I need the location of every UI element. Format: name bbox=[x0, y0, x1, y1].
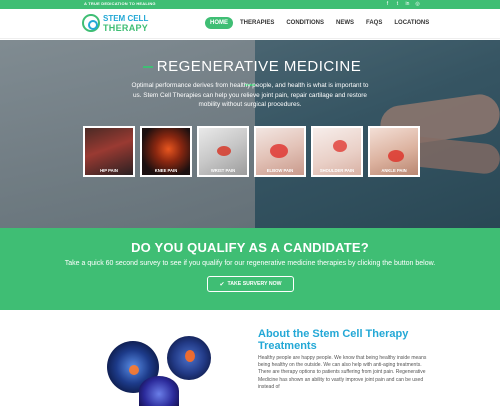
instagram-icon[interactable]: ◎ bbox=[415, 1, 420, 8]
twitter-icon[interactable]: t bbox=[395, 1, 400, 8]
candidate-cta-section: DO YOU QUALIFY AS A CANDIDATE? Take a qu… bbox=[0, 228, 500, 310]
condition-card-elbow[interactable]: ELBOW PAIN bbox=[254, 126, 306, 177]
condition-card-shoulder[interactable]: SHOULDER PAIN bbox=[311, 126, 363, 177]
nav-item-news[interactable]: NEWS bbox=[331, 17, 359, 29]
condition-label: ELBOW PAIN bbox=[266, 168, 294, 173]
condition-label: KNEE PAIN bbox=[154, 168, 178, 173]
nav-item-locations[interactable]: LOCATIONS bbox=[389, 17, 434, 29]
hero-title: REGENERATIVE MEDICINE bbox=[156, 58, 362, 76]
facebook-icon[interactable]: f bbox=[385, 1, 390, 8]
condition-label: SHOULDER PAIN bbox=[319, 168, 355, 173]
condition-card-knee[interactable]: KNEE PAIN bbox=[140, 126, 192, 177]
joint-xray-image bbox=[167, 336, 211, 380]
cta-heading: DO YOU QUALIFY AS A CANDIDATE? bbox=[131, 240, 369, 255]
about-images bbox=[95, 336, 225, 406]
condition-card-hip[interactable]: HIP PAIN bbox=[83, 126, 135, 177]
nav-item-therapies[interactable]: THERAPIES bbox=[235, 17, 279, 29]
take-survey-button[interactable]: ✔ TAKE SURVERY NOW bbox=[207, 276, 294, 292]
cta-text: Take a quick 60 second survey to see if … bbox=[64, 260, 436, 267]
nav-item-conditions[interactable]: CONDITIONS bbox=[281, 17, 329, 29]
title-dash-left bbox=[142, 65, 153, 68]
social-links: f t in ◎ bbox=[385, 1, 420, 8]
logo[interactable]: STEM CELL THERAPY bbox=[82, 13, 148, 35]
main-nav: HOME THERAPIES CONDITIONS NEWS FAQS LOCA… bbox=[205, 17, 436, 29]
hero-section: REGENERATIVE MEDICINE Optimal performanc… bbox=[0, 40, 500, 228]
condition-label: WRIST PAIN bbox=[210, 168, 236, 173]
top-bar: A TRUE DEDICATION TO HEALING f t in ◎ bbox=[0, 0, 500, 9]
linkedin-icon[interactable]: in bbox=[405, 1, 410, 8]
about-section: About the Stem Cell Therapy Treatments H… bbox=[0, 310, 500, 406]
nav-item-faqs[interactable]: FAQS bbox=[361, 17, 387, 29]
condition-card-ankle[interactable]: ANKLE PAIN bbox=[368, 126, 420, 177]
about-heading: About the Stem Cell Therapy Treatments bbox=[258, 328, 409, 352]
site-header: STEM CELL THERAPY HOME THERAPIES CONDITI… bbox=[0, 9, 500, 39]
condition-thumbnails: HIP PAIN KNEE PAIN WRIST PAIN ELBOW PAIN… bbox=[83, 126, 420, 177]
nav-item-home[interactable]: HOME bbox=[205, 17, 233, 29]
check-icon: ✔ bbox=[219, 281, 225, 288]
condition-label: HIP PAIN bbox=[100, 168, 118, 173]
condition-card-wrist[interactable]: WRIST PAIN bbox=[197, 126, 249, 177]
tagline: A TRUE DEDICATION TO HEALING bbox=[84, 1, 156, 6]
hero-description: Optimal performance derives from healthy… bbox=[131, 82, 369, 108]
logo-mark-icon bbox=[82, 14, 100, 32]
logo-line-2: THERAPY bbox=[103, 23, 149, 33]
take-survey-label: TAKE SURVERY NOW bbox=[227, 281, 282, 287]
about-text: Healthy people are happy people. We know… bbox=[258, 355, 427, 390]
condition-label: ANKLE PAIN bbox=[381, 168, 407, 173]
joint-xray-image bbox=[139, 376, 179, 406]
logo-line-1: STEM CELL bbox=[103, 14, 149, 23]
